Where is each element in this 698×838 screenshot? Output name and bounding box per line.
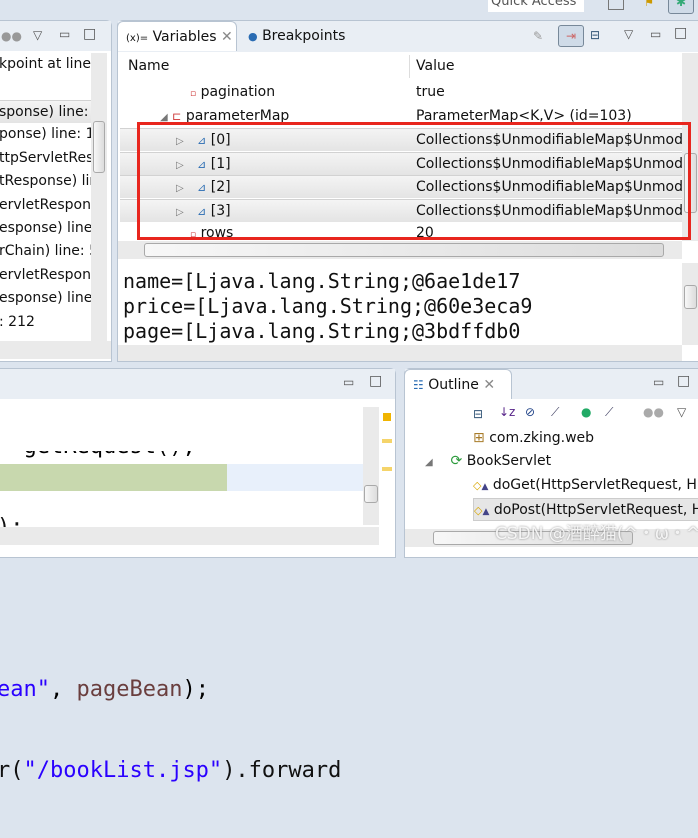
stack-frame[interactable]: ervletRespon	[0, 264, 91, 287]
maximize-icon[interactable]: □	[83, 27, 96, 41]
detail-line: page=[Ljava.lang.String;@3bdffdb0	[123, 319, 521, 343]
java-perspective-icon[interactable]: ⚑	[644, 0, 660, 10]
variables-icon: (x)=	[126, 33, 149, 44]
outline-icon: ☷	[413, 378, 424, 392]
horizontal-scrollbar[interactable]	[0, 527, 379, 545]
open-perspective-icon[interactable]	[608, 0, 624, 10]
variables-view: (x)= Variables ✕ ● Breakpoints ✎ ⇥ ⊟ ▽ ▭…	[117, 20, 698, 362]
variable-name: pagination	[200, 84, 276, 100]
debug-view: ●● ▽ ▭ □ kpoint at line sponse) line: 2po…	[0, 20, 112, 362]
variables-selection-highlight	[137, 122, 691, 240]
outline-item[interactable]: ◢ ⟳ BookServlet	[425, 450, 698, 473]
collapse-all-icon[interactable]: ⊟	[473, 407, 483, 421]
vertical-scrollbar[interactable]	[91, 53, 107, 341]
horizontal-scrollbar[interactable]	[118, 241, 682, 259]
stack-frame[interactable]: esponse) line:	[0, 217, 91, 240]
tab-outline[interactable]: ☷ Outline ✕	[404, 369, 512, 399]
outline-label: com.zking.web	[489, 430, 595, 446]
outline-item[interactable]: ◇▲ doGet(HttpServletRequest, H	[473, 474, 698, 497]
tab-variables[interactable]: (x)= Variables ✕	[117, 21, 237, 51]
code-line: getRequest();	[23, 434, 196, 459]
outline-item[interactable]: ◇▲ doPost(HttpServletRequest, H	[473, 498, 698, 521]
close-icon[interactable]: ✕	[221, 29, 233, 45]
outline-label: doPost(HttpServletRequest, H	[493, 502, 698, 518]
field-icon: ▫	[190, 89, 197, 99]
detail-pane: name=[Ljava.lang.String;@6ae1de17 price=[…	[118, 263, 682, 345]
stack-frame[interactable]: tResponse) lir	[0, 170, 91, 193]
code-editor[interactable]: ▭ □ getRequest(); ); ean", pageBean); r(…	[0, 368, 396, 783]
detail-line: name=[Ljava.lang.String;@6ae1de17	[123, 269, 521, 293]
expanded-icon[interactable]: ◢	[425, 457, 433, 468]
tab-label: Outline	[428, 377, 479, 393]
hide-local-types-icon[interactable]: ⟋	[605, 405, 613, 419]
threads-icon[interactable]: ●●	[1, 29, 22, 43]
tab-label: Variables	[152, 29, 217, 45]
package-icon: ⊞	[473, 430, 485, 446]
minimize-icon[interactable]: ▭	[653, 375, 664, 389]
outline-view: ☷ Outline ✕ ▭ □ ⊟ ↓z ⊘ ⟋ ● ⟋ ●● ▽ ⊞ com.…	[404, 368, 698, 558]
column-header-value[interactable]: Value	[410, 55, 680, 78]
stack-frame[interactable]: sponse) line: 2	[0, 100, 91, 123]
quick-access-input[interactable]: Quick Access	[488, 0, 584, 12]
class-icon: ⟳	[450, 453, 463, 469]
outline-label: BookServlet	[466, 453, 552, 469]
view-menu-icon[interactable]: ▽	[33, 28, 42, 42]
maximize-icon[interactable]: □	[677, 374, 690, 388]
maximize-icon[interactable]: □	[674, 26, 687, 40]
outline-label: doGet(HttpServletRequest, H	[492, 477, 697, 493]
minimize-icon[interactable]: ▭	[59, 27, 70, 41]
close-icon[interactable]: ✕	[483, 377, 495, 393]
map-field-icon: ⊏	[172, 109, 182, 123]
show-type-names-icon[interactable]: ✎	[533, 29, 543, 43]
hide-nonpublic-icon[interactable]: ●	[581, 405, 591, 419]
stack-frame[interactable]: kpoint at line	[0, 53, 91, 76]
show-logical-structure-icon[interactable]: ⇥	[558, 25, 584, 47]
vertical-scrollbar[interactable]	[363, 407, 379, 525]
detail-vertical-scrollbar[interactable]	[682, 263, 698, 345]
debug-perspective-icon[interactable]: ✱	[668, 0, 694, 14]
detail-horizontal-scrollbar[interactable]	[118, 345, 682, 361]
overview-ruler	[381, 409, 395, 529]
stack-frame[interactable]: ervletRespon	[0, 194, 91, 217]
code-text: , pageBean);	[49, 677, 209, 702]
collapse-all-icon[interactable]: ⊟	[590, 28, 600, 42]
stack-frame[interactable]: ponse) line: 1	[0, 123, 91, 146]
maximize-icon[interactable]: □	[369, 374, 382, 388]
code-line: r("/bookList.jsp").forward	[0, 758, 342, 783]
variable-value: true	[416, 84, 445, 100]
column-header-name[interactable]: Name	[120, 55, 410, 78]
code-string: ean"	[0, 677, 50, 702]
breakpoints-icon: ●	[248, 30, 258, 43]
sort-icon[interactable]: ↓z	[499, 405, 515, 419]
tab-breakpoints[interactable]: ● Breakpoints	[240, 21, 354, 51]
horizontal-scrollbar[interactable]	[0, 341, 111, 359]
expanded-icon[interactable]: ◢	[160, 112, 168, 123]
stack-frame[interactable]: ttpServletResp	[0, 147, 91, 170]
hide-static-icon[interactable]: ⟋	[551, 405, 559, 419]
code-line: ean", pageBean);	[0, 676, 341, 703]
outline-item[interactable]: ⊞ com.zking.web	[473, 427, 698, 450]
tab-label: Breakpoints	[262, 28, 346, 44]
watermark: CSDN @酒醉猫(^・ω・^)	[495, 524, 698, 544]
detail-line: price=[Ljava.lang.String;@60e3eca9	[123, 294, 533, 318]
link-icon[interactable]: ●●	[643, 405, 664, 419]
view-menu-icon[interactable]: ▽	[677, 405, 686, 419]
hide-fields-icon[interactable]: ⊘	[525, 405, 535, 419]
minimize-icon[interactable]: ▭	[650, 27, 661, 41]
view-menu-icon[interactable]: ▽	[624, 27, 633, 41]
stack-frame[interactable]: : 212	[0, 311, 91, 334]
variable-row[interactable]: ▫ pagination true	[120, 81, 682, 104]
minimize-icon[interactable]: ▭	[343, 375, 354, 389]
stack-frame[interactable]: esponse) line:	[0, 287, 91, 310]
stack-frame[interactable]: rChain) line: 5	[0, 240, 91, 263]
